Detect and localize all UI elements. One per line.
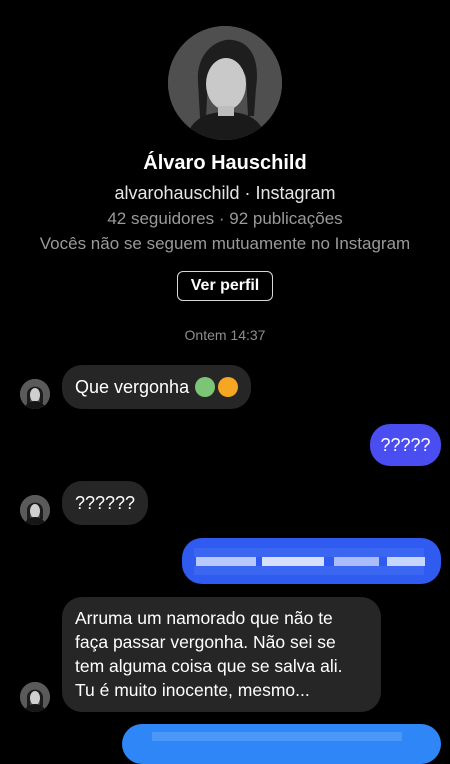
sender-avatar[interactable] — [20, 495, 50, 525]
contact-handle: alvarohauschild · Instagram — [114, 183, 336, 203]
message-line: Tu é muito inocente, mesmo... — [75, 680, 310, 700]
message-line: tem alguma coisa que se salva ali. — [75, 656, 343, 676]
vomiting-face-icon — [218, 377, 239, 397]
message-line: Arruma um namorado que não te — [75, 608, 333, 628]
message-bubble-incoming[interactable]: Arruma um namorado que não te faça passa… — [62, 597, 381, 712]
message-bubble-outgoing[interactable]: ????? — [370, 424, 441, 466]
avatar-icon — [20, 682, 50, 712]
sender-avatar[interactable] — [20, 682, 50, 712]
contact-stats: 42 seguidores · 92 publicações — [107, 209, 343, 228]
message-text: Que vergonha — [75, 376, 190, 397]
message-bubble-incoming[interactable]: ?????? — [62, 481, 149, 525]
message-bubble-outgoing-blurred[interactable] — [182, 538, 441, 584]
message-text: ?????? — [75, 492, 136, 513]
mutual-follow-status: Vocês não se seguem mutuamente no Instag… — [39, 234, 411, 253]
message-line: faça passar vergonha. Não sei se — [75, 632, 336, 652]
contact-name: Álvaro Hauschild — [143, 152, 307, 174]
message-bubble-outgoing-blurred[interactable] — [122, 724, 441, 764]
avatar-icon — [20, 495, 50, 525]
avatar-icon — [20, 379, 50, 409]
message-text: ????? — [380, 434, 431, 455]
profile-picture[interactable] — [168, 26, 282, 140]
view-profile-button[interactable]: Ver perfil — [177, 271, 273, 301]
nauseated-face-icon — [195, 377, 216, 397]
profile-photo-icon — [168, 26, 282, 140]
message-bubble-incoming[interactable]: Que vergonha — [62, 365, 252, 409]
conversation-timestamp: Ontem 14:37 — [184, 327, 266, 343]
sender-avatar[interactable] — [20, 379, 50, 409]
